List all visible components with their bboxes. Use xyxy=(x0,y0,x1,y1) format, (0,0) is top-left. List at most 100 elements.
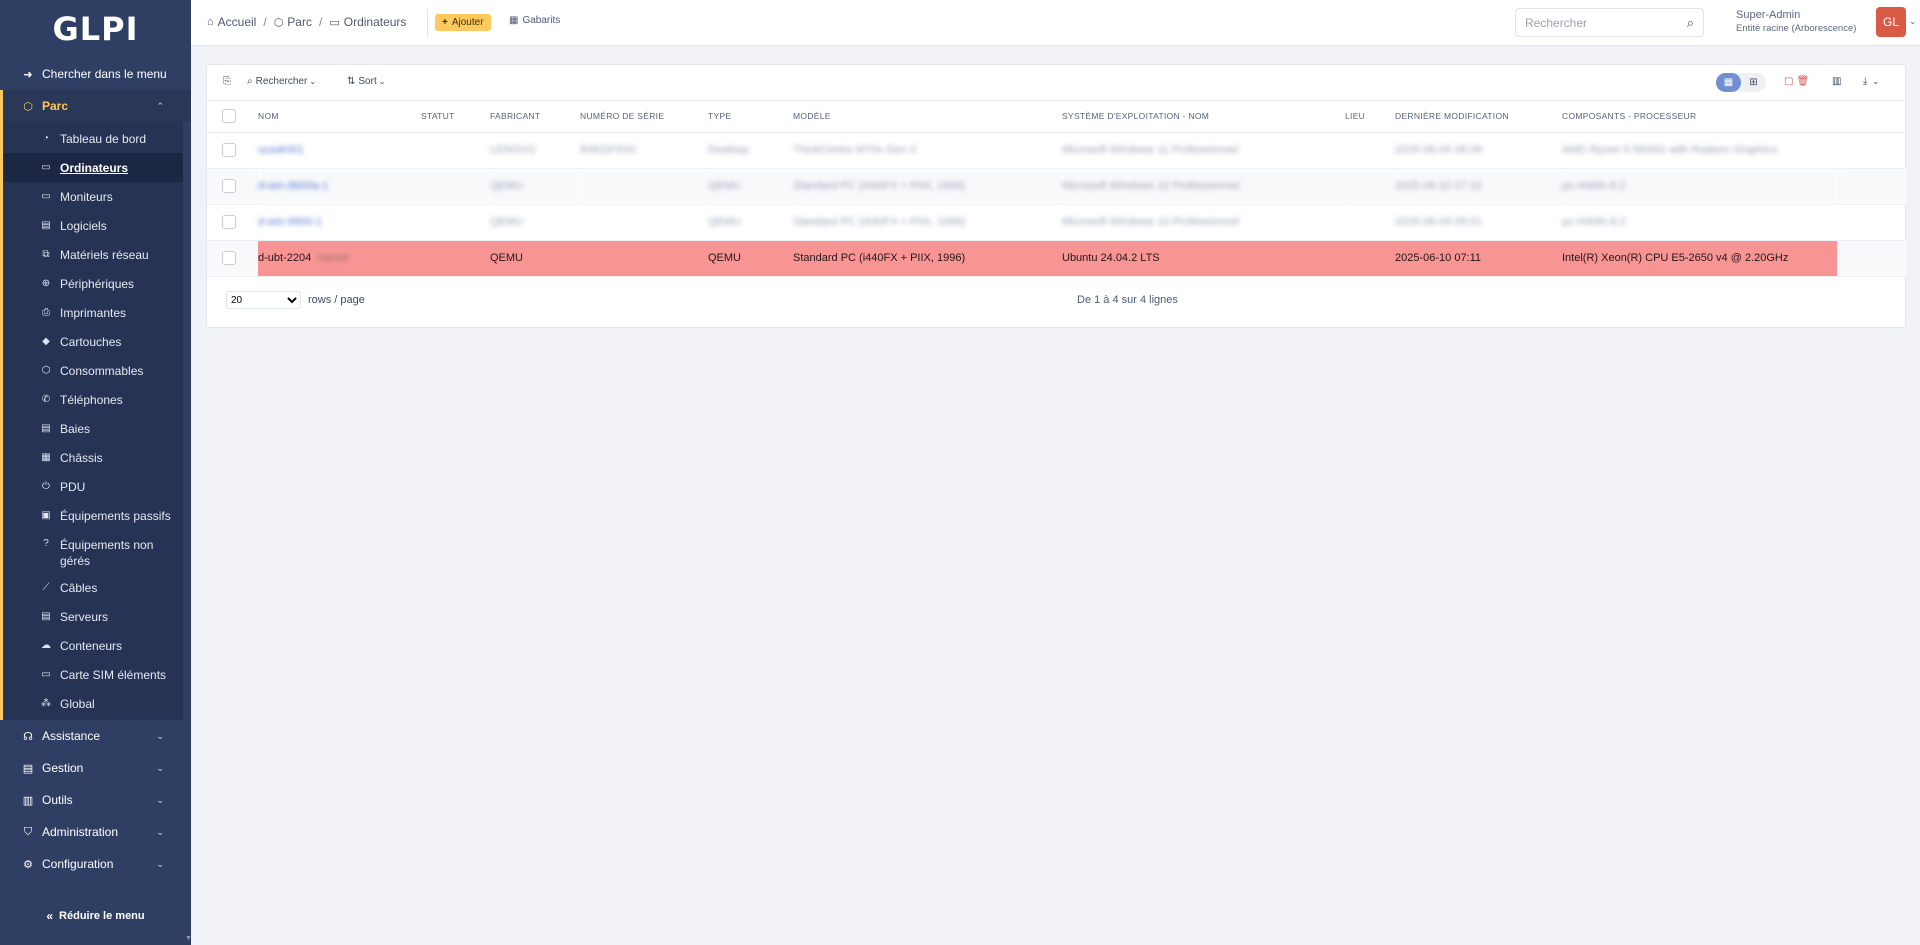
grid-icon: ▦ xyxy=(41,452,51,463)
collapse-menu-button[interactable]: « Réduire le menu xyxy=(0,909,191,923)
table-view-icon[interactable]: ▦ xyxy=(1716,73,1741,92)
sidebar-item-racks[interactable]: ▤ Baies xyxy=(3,414,183,443)
col-lieu[interactable]: Lieu xyxy=(1345,101,1395,133)
col-nom[interactable]: Nom xyxy=(258,101,421,133)
rack-icon: ▤ xyxy=(41,423,51,434)
glpi-logo[interactable]: GLPI xyxy=(0,0,191,58)
sidebar-item-containers[interactable]: ☁ Conteneurs xyxy=(3,631,183,660)
breadcrumb-computers[interactable]: Ordinateurs xyxy=(344,15,407,29)
cell-nom[interactable]: d-win-8600a-1 xyxy=(258,168,421,205)
col-modele[interactable]: Modèle xyxy=(793,101,1062,133)
gear-icon: ⚙ xyxy=(23,858,33,871)
map-view-icon[interactable]: ⊞ xyxy=(1741,73,1766,92)
global-search-input[interactable] xyxy=(1516,9,1666,36)
col-statut[interactable]: Statut xyxy=(421,101,490,133)
cell-nom[interactable]: d-ubt-2204 -server xyxy=(258,240,421,277)
results-table: Nom Statut Fabricant Numéro de série Typ… xyxy=(207,101,1907,277)
sidebar-item-sim[interactable]: ▭ Carte SIM éléments xyxy=(3,660,183,689)
menu-outils[interactable]: ▥ Outils ⌄ xyxy=(0,784,191,816)
col-fabricant[interactable]: Fabricant xyxy=(490,101,580,133)
sidebar-item-network[interactable]: ⧉ Matériels réseau xyxy=(3,240,183,269)
templates-icon: ▦ xyxy=(509,15,519,26)
menu-search-label: Chercher dans le menu xyxy=(42,67,167,81)
menu-administration[interactable]: ⛉ Administration ⌄ xyxy=(0,816,191,848)
shield-icon: ⛉ xyxy=(23,825,33,838)
add-button[interactable]: + Ajouter xyxy=(435,14,491,31)
templates-button[interactable]: ▦ Gabarits xyxy=(509,15,560,26)
network-icon: ⧉ xyxy=(42,249,50,260)
sidebar-item-monitors[interactable]: ▭ Moniteurs xyxy=(3,182,183,211)
sidebar-item-cartridges[interactable]: ◆ Cartouches xyxy=(3,327,183,356)
sidebar-item-pdu[interactable]: ⏻ PDU xyxy=(3,472,183,501)
avatar[interactable]: GL xyxy=(1876,7,1906,37)
sidebar-item-consumables[interactable]: ⬡ Consommables xyxy=(3,356,183,385)
sidebar-item-unmanaged[interactable]: ? Équipements non gérés xyxy=(3,530,183,573)
table-row[interactable]: ucedr001 LENOVO R4KDF9X0 Desktop ThinkCe… xyxy=(207,132,1907,169)
chevron-down-icon[interactable]: ⌄ xyxy=(1909,16,1917,27)
user-info[interactable]: Super-Admin Entité racine (Arborescence) xyxy=(1736,8,1856,36)
printer-icon: ⎙ xyxy=(42,307,50,318)
search-icon[interactable]: ⌕ xyxy=(1687,15,1694,31)
caret-down-icon: ⌄ xyxy=(1872,77,1880,86)
search-toggle-button[interactable]: ⌕ Rechercher ⌄ xyxy=(247,76,316,87)
sidebar-item-phones[interactable]: ✆ Téléphones xyxy=(3,385,183,414)
col-serie[interactable]: Numéro de série xyxy=(580,101,708,133)
bookmark-icon: ⎘ xyxy=(223,76,231,87)
sidebar-item-global[interactable]: ⁂ Global xyxy=(3,689,183,718)
droplet-icon: ◆ xyxy=(42,336,50,347)
menu-gestion[interactable]: ▤ Gestion ⌄ xyxy=(0,752,191,784)
sidebar-item-devices[interactable]: ⊕ Périphériques xyxy=(3,269,183,298)
pagination-size: 20 rows / page xyxy=(226,291,365,309)
global-search: ⌕ xyxy=(1515,8,1704,37)
laptop-icon: ▭ xyxy=(41,162,51,173)
col-modif[interactable]: Dernière modification xyxy=(1395,101,1562,133)
select-all-checkbox[interactable] xyxy=(222,109,236,124)
saved-searches-button[interactable]: ⎘ xyxy=(223,76,234,87)
sort-button[interactable]: ⇅ Sort ⌄ xyxy=(347,76,385,87)
col-type[interactable]: Type xyxy=(708,101,793,133)
menu-configuration[interactable]: ⚙ Configuration ⌄ xyxy=(0,848,191,880)
phone-icon: ✆ xyxy=(41,394,51,405)
col-cpu[interactable]: Composants - Processeur xyxy=(1562,101,1837,133)
menu-search[interactable]: ➜ Chercher dans le menu xyxy=(0,58,191,90)
sidebar-item-cables[interactable]: ⟋ Câbles xyxy=(3,573,183,602)
rows-per-page-select[interactable]: 20 xyxy=(226,291,301,309)
menu-parc[interactable]: ⬡ Parc ⌃ xyxy=(0,90,191,122)
sidebar-item-computers[interactable]: ▭ Ordinateurs xyxy=(3,153,183,182)
breadcrumb-home[interactable]: Accueil xyxy=(218,15,257,29)
table-row[interactable]: d-win-9500-1 QEMU QEMU Standard PC (i440… xyxy=(207,204,1907,241)
sidebar-item-enclosures[interactable]: ▦ Châssis xyxy=(3,443,183,472)
cell-nom[interactable]: ucedr001 xyxy=(258,132,421,169)
scroll-down-icon[interactable]: ▼ xyxy=(185,935,192,942)
menu-assistance[interactable]: ☊ Assistance ⌄ xyxy=(0,720,191,752)
package-icon: ⬡ xyxy=(41,365,51,376)
sim-icon: ▭ xyxy=(41,669,51,680)
export-button[interactable]: ⤓ ⌄ xyxy=(1863,76,1879,87)
cell-nom[interactable]: d-win-9500-1 xyxy=(258,204,421,241)
columns-icon: ▥ xyxy=(1832,76,1842,87)
view-toggle: ▦ ⊞ xyxy=(1716,73,1766,92)
sidebar-item-software[interactable]: ▤ Logiciels xyxy=(3,211,183,240)
sidebar-item-printers[interactable]: ⎙ Imprimantes xyxy=(3,298,183,327)
row-checkbox[interactable] xyxy=(222,179,236,193)
sidebar-item-passive[interactable]: ▣ Équipements passifs xyxy=(3,501,183,530)
col-os[interactable]: Système d'exploitation - Nom xyxy=(1062,101,1345,133)
sign-in-icon: ➜ xyxy=(23,68,33,81)
row-checkbox[interactable] xyxy=(222,143,236,157)
parc-submenu: ◔ Tableau de bord ▭ Ordinateurs ▭ Moniteurs… xyxy=(0,122,183,720)
sidebar-item-servers[interactable]: ▤ Serveurs xyxy=(3,602,183,631)
home-icon: ⌂ xyxy=(207,16,214,28)
trash-view-button[interactable]: ▢ 🗑 xyxy=(1784,76,1812,87)
menu-parc-label: Parc xyxy=(42,99,69,113)
chevron-down-icon: ⌄ xyxy=(156,794,164,805)
table-row[interactable]: d-win-8600a-1 QEMU QEMU Standard PC (i44… xyxy=(207,168,1907,205)
devices-icon: ⊕ xyxy=(41,278,51,289)
row-checkbox[interactable] xyxy=(222,251,236,265)
row-checkbox[interactable] xyxy=(222,215,236,229)
chevron-up-icon: ⌃ xyxy=(156,100,164,111)
table-row-highlighted[interactable]: d-ubt-2204 -server QEMU QEMU Standard PC … xyxy=(207,240,1907,277)
server-icon: ▤ xyxy=(41,611,51,622)
columns-button[interactable]: ▥ xyxy=(1832,76,1844,87)
sidebar-item-dashboard[interactable]: ◔ Tableau de bord xyxy=(3,124,183,153)
breadcrumb-parc[interactable]: Parc xyxy=(287,15,312,29)
